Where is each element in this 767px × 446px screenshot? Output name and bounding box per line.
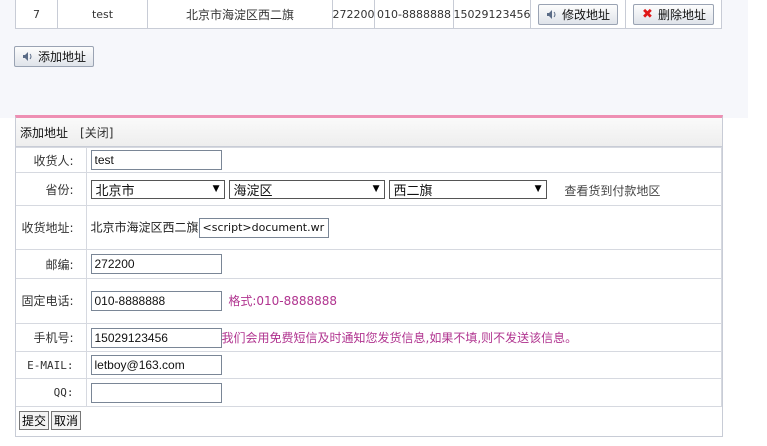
address-row-phone: 010-8888888 (375, 0, 454, 28)
form-title: 添加地址 (20, 125, 69, 140)
phone-format-hint: 格式:010-8888888 (228, 294, 338, 308)
qq-cell (86, 378, 722, 407)
delete-x-icon: ✖ (642, 6, 653, 22)
phone-input[interactable] (90, 291, 222, 311)
edit-address-button[interactable]: 修改地址 (537, 3, 618, 25)
delete-address-button[interactable]: ✖ 删除地址 (632, 3, 714, 25)
add-address-label: 添加地址 (38, 50, 87, 64)
qq-input[interactable] (90, 382, 222, 403)
address-row-mobile: 15029123456 (454, 0, 531, 28)
city-select-value: 海淀区 (233, 183, 273, 199)
mobile-input[interactable] (90, 327, 222, 348)
province-select[interactable]: 北京市 ▼ (90, 179, 225, 199)
form-row-address: 收货地址: 北京市海淀区西二旗 (16, 205, 722, 250)
chevron-down-icon: ▼ (534, 184, 542, 194)
edit-address-label: 修改地址 (561, 7, 610, 22)
email-input[interactable] (90, 355, 222, 375)
form-row-qq: QQ: (16, 378, 722, 407)
district-select[interactable]: 西二旗 ▼ (388, 179, 547, 199)
province-select-value: 北京市 (95, 183, 135, 199)
city-select[interactable]: 海淀区 ▼ (228, 179, 385, 199)
consignee-label: 收货人: (16, 147, 87, 173)
address-row-edit-cell: 修改地址 (531, 0, 626, 28)
add-address-form: 添加地址 [关闭] 收货人: 省份: 北京市 ▼ 海淀区 ▼ 西二旗 ▼ (15, 115, 723, 437)
address-row-delete-cell: ✖ 删除地址 (626, 0, 721, 28)
add-address-button[interactable]: 添加地址 (14, 46, 95, 67)
province-label: 省份: (16, 172, 87, 206)
zip-label: 邮编: (16, 249, 87, 279)
mobile-sms-hint: 我们会用免费短信及时通知您发货信息,如果不填,则不发送该信息。 (221, 330, 578, 345)
form-row-mobile: 手机号: 我们会用免费短信及时通知您发货信息,如果不填,则不发送该信息。 (16, 323, 722, 352)
province-cell: 北京市 ▼ 海淀区 ▼ 西二旗 ▼ 查看货到付款地区 (86, 172, 722, 206)
qq-label: QQ: (16, 378, 87, 407)
email-cell (86, 351, 722, 379)
email-label: E-MAIL: (16, 351, 87, 379)
speaker-icon (23, 52, 32, 61)
address-row-address: 北京市海淀区西二旗 (148, 0, 333, 28)
phone-label: 固定电话: (16, 278, 87, 324)
cod-area-link[interactable]: 查看货到付款地区 (564, 184, 660, 198)
chevron-down-icon: ▼ (372, 184, 380, 194)
form-row-email: E-MAIL: (16, 351, 722, 379)
address-prefix: 北京市海淀区西二旗 (90, 220, 199, 234)
address-row-index: 7 (16, 0, 58, 28)
address-cell: 北京市海淀区西二旗 (86, 205, 722, 250)
address-row: 7 test 北京市海淀区西二旗 272200 010-8888888 1502… (15, 0, 722, 29)
submit-button[interactable]: 提交 (19, 411, 50, 430)
consignee-cell (86, 147, 722, 173)
mobile-cell: 我们会用免费短信及时通知您发货信息,如果不填,则不发送该信息。 (86, 323, 722, 352)
form-row-phone: 固定电话: 格式:010-8888888 (16, 278, 722, 324)
address-row-name: test (58, 0, 148, 28)
close-link[interactable]: [关闭] (80, 124, 113, 141)
consignee-input[interactable] (90, 150, 222, 170)
district-select-value: 西二旗 (393, 183, 433, 199)
speaker-icon (546, 9, 556, 19)
zip-cell (86, 249, 722, 279)
address-label: 收货地址: (16, 205, 87, 250)
form-actions: 提交 取消 (16, 407, 722, 434)
chevron-down-icon: ▼ (212, 184, 220, 194)
form-header: 添加地址 [关闭] (16, 118, 722, 147)
mobile-label: 手机号: (16, 323, 87, 352)
phone-cell: 格式:010-8888888 (86, 278, 722, 324)
delete-address-label: 删除地址 (657, 7, 706, 22)
address-form-table: 收货人: 省份: 北京市 ▼ 海淀区 ▼ 西二旗 ▼ 查看货到付款地区 (16, 147, 722, 407)
cancel-button[interactable]: 取消 (51, 411, 82, 430)
form-row-zip: 邮编: (16, 249, 722, 279)
form-row-province: 省份: 北京市 ▼ 海淀区 ▼ 西二旗 ▼ 查看货到付款地区 (16, 172, 722, 206)
zip-input[interactable] (90, 254, 222, 274)
form-row-consignee: 收货人: (16, 147, 722, 173)
address-row-zip: 272200 (333, 0, 375, 28)
address-detail-input[interactable] (198, 217, 329, 238)
